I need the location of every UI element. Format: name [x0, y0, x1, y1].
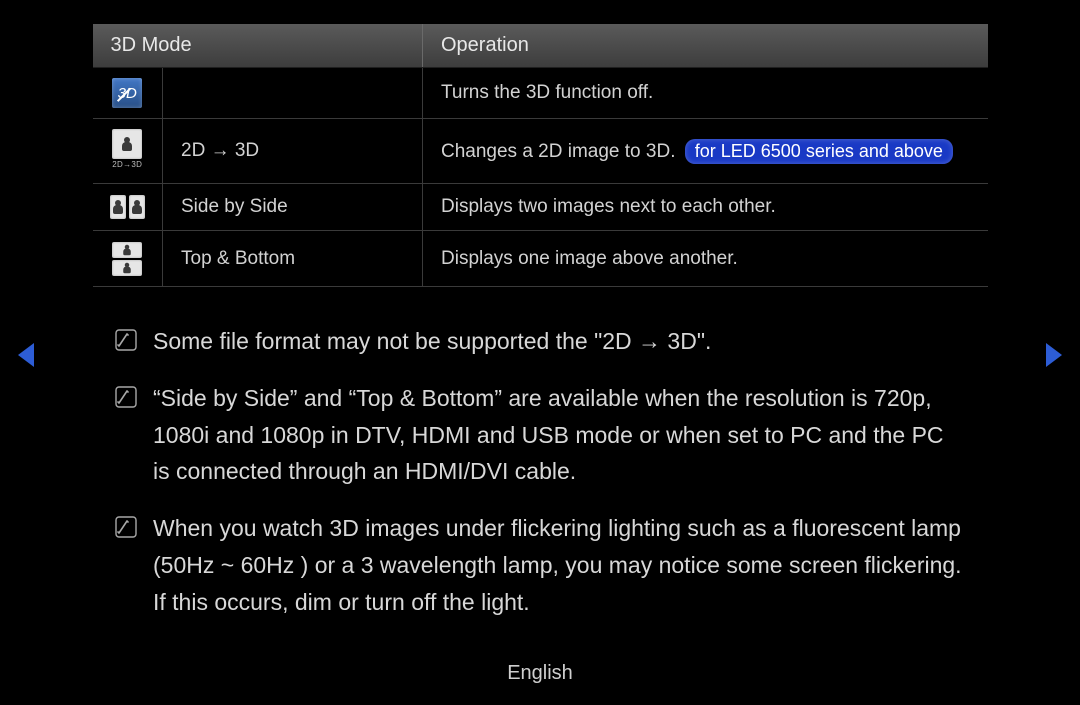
notes-section: Some file format may not be supported th…	[115, 323, 965, 621]
note-item: When you watch 3D images under flickerin…	[115, 510, 965, 620]
side-by-side-icon	[110, 195, 145, 219]
note-text: “Side by Side” and “Top & Bottom” are av…	[153, 380, 965, 490]
3d-mode-table: 3D Mode Operation 3D Turns the 3D functi…	[93, 24, 988, 287]
operation-text: Changes a 2D image to 3D. for LED 6500 s…	[423, 119, 988, 184]
table-row: Side by Side Displays two images next to…	[93, 184, 988, 231]
prev-page-arrow[interactable]	[18, 343, 34, 367]
3d-off-icon: 3D	[112, 78, 142, 108]
mode-label: Side by Side	[163, 184, 423, 231]
next-page-arrow[interactable]	[1046, 343, 1062, 367]
page-language: English	[0, 662, 1080, 685]
mode-label: 2D → 3D	[163, 119, 423, 184]
table-row: 2D→3D 2D → 3D Changes a 2D image to 3D. …	[93, 119, 988, 184]
operation-text: Displays one image above another.	[423, 231, 988, 287]
table-row: 3D Turns the 3D function off.	[93, 68, 988, 119]
top-bottom-icon	[112, 242, 142, 276]
note-text: Some file format may not be supported th…	[153, 323, 711, 360]
table-header-mode: 3D Mode	[93, 24, 423, 68]
operation-text: Turns the 3D function off.	[423, 68, 988, 119]
note-icon	[115, 516, 137, 538]
note-item: “Side by Side” and “Top & Bottom” are av…	[115, 380, 965, 490]
note-icon	[115, 329, 137, 351]
2d-to-3d-icon: 2D→3D	[112, 129, 142, 169]
mode-label	[163, 68, 423, 119]
note-text: When you watch 3D images under flickerin…	[153, 510, 965, 620]
note-item: Some file format may not be supported th…	[115, 323, 965, 360]
table-row: Top & Bottom Displays one image above an…	[93, 231, 988, 287]
series-badge: for LED 6500 series and above	[685, 139, 953, 164]
note-icon	[115, 386, 137, 408]
mode-label: Top & Bottom	[163, 231, 423, 287]
operation-text: Displays two images next to each other.	[423, 184, 988, 231]
table-header-operation: Operation	[423, 24, 988, 68]
manual-page: 3D Mode Operation 3D Turns the 3D functi…	[0, 0, 1080, 705]
